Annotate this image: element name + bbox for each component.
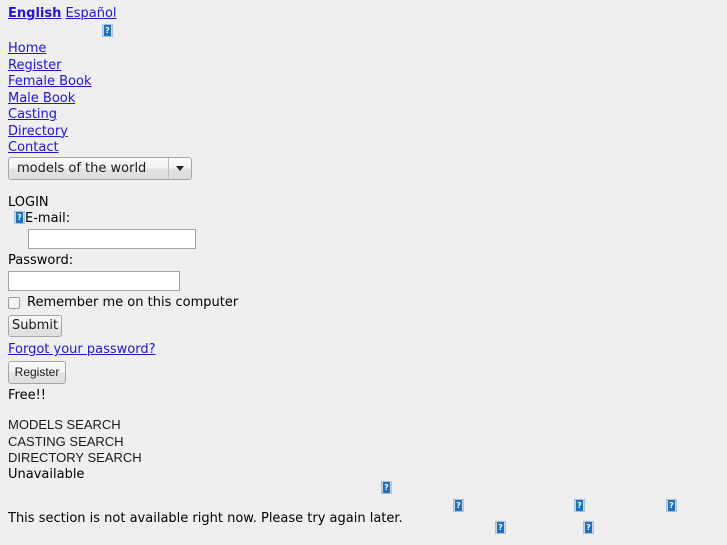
search-link-directory[interactable]: DIRECTORY SEARCH bbox=[8, 450, 142, 467]
section-unavailable-message: This section is not available right now.… bbox=[8, 511, 403, 526]
nav-link-directory[interactable]: Directory bbox=[8, 124, 68, 139]
broken-image-icon bbox=[381, 481, 392, 494]
nav-link-casting[interactable]: Casting bbox=[8, 107, 57, 122]
forgot-password-row: Forgot your password? bbox=[8, 342, 156, 357]
broken-image-icon bbox=[666, 499, 677, 512]
email-field[interactable] bbox=[28, 229, 196, 249]
language-bar: English Español bbox=[8, 6, 117, 22]
broken-image-icon bbox=[102, 24, 113, 37]
nav-item-casting[interactable]: Casting bbox=[8, 107, 92, 124]
site-select-dropdown[interactable]: models of the world bbox=[8, 157, 192, 180]
nav-item-register[interactable]: Register bbox=[8, 58, 92, 75]
language-link-english[interactable]: English bbox=[8, 6, 61, 21]
submit-button[interactable]: Submit bbox=[8, 315, 62, 337]
password-field[interactable] bbox=[8, 271, 180, 291]
search-links-list: MODELS SEARCH CASTING SEARCH DIRECTORY S… bbox=[8, 417, 142, 467]
broken-image-icon bbox=[583, 521, 594, 534]
search-link-models[interactable]: MODELS SEARCH bbox=[8, 417, 142, 434]
nav-link-female-book[interactable]: Female Book bbox=[8, 74, 92, 89]
chevron-down-glyph bbox=[176, 166, 184, 171]
search-link-casting[interactable]: CASTING SEARCH bbox=[8, 434, 142, 451]
main-navigation: Home Register Female Book Male Book Cast… bbox=[8, 41, 92, 157]
site-select-value: models of the world bbox=[17, 161, 147, 176]
nav-link-male-book[interactable]: Male Book bbox=[8, 91, 75, 106]
nav-item-female-book[interactable]: Female Book bbox=[8, 74, 92, 91]
language-flag-broken-image-wrap bbox=[102, 24, 113, 39]
remember-me-checkbox[interactable] bbox=[8, 296, 20, 309]
broken-image-icon bbox=[574, 499, 585, 512]
nav-link-home[interactable]: Home bbox=[8, 41, 46, 56]
password-label: Password: bbox=[8, 253, 74, 268]
unavailable-label: Unavailable bbox=[8, 467, 85, 482]
broken-image-icon bbox=[495, 521, 506, 534]
chevron-down-icon[interactable] bbox=[168, 158, 191, 179]
broken-image-icon bbox=[453, 499, 464, 512]
free-label: Free!! bbox=[8, 388, 47, 403]
email-label: E-mail: bbox=[25, 211, 71, 226]
nav-item-male-book[interactable]: Male Book bbox=[8, 91, 92, 108]
nav-item-contact[interactable]: Contact bbox=[8, 140, 92, 157]
login-heading: LOGIN bbox=[8, 195, 49, 210]
remember-me-row[interactable]: Remember me on this computer bbox=[8, 295, 238, 310]
nav-link-register[interactable]: Register bbox=[8, 58, 62, 73]
register-button[interactable]: Register bbox=[8, 361, 66, 384]
language-link-espanol[interactable]: Español bbox=[66, 6, 117, 21]
email-label-row: E-mail: bbox=[14, 211, 70, 226]
nav-link-contact[interactable]: Contact bbox=[8, 140, 59, 155]
remember-me-label: Remember me on this computer bbox=[27, 295, 239, 310]
nav-item-directory[interactable]: Directory bbox=[8, 124, 92, 141]
forgot-password-link[interactable]: Forgot your password? bbox=[8, 342, 156, 357]
broken-image-icon bbox=[14, 211, 25, 224]
nav-item-home[interactable]: Home bbox=[8, 41, 92, 58]
